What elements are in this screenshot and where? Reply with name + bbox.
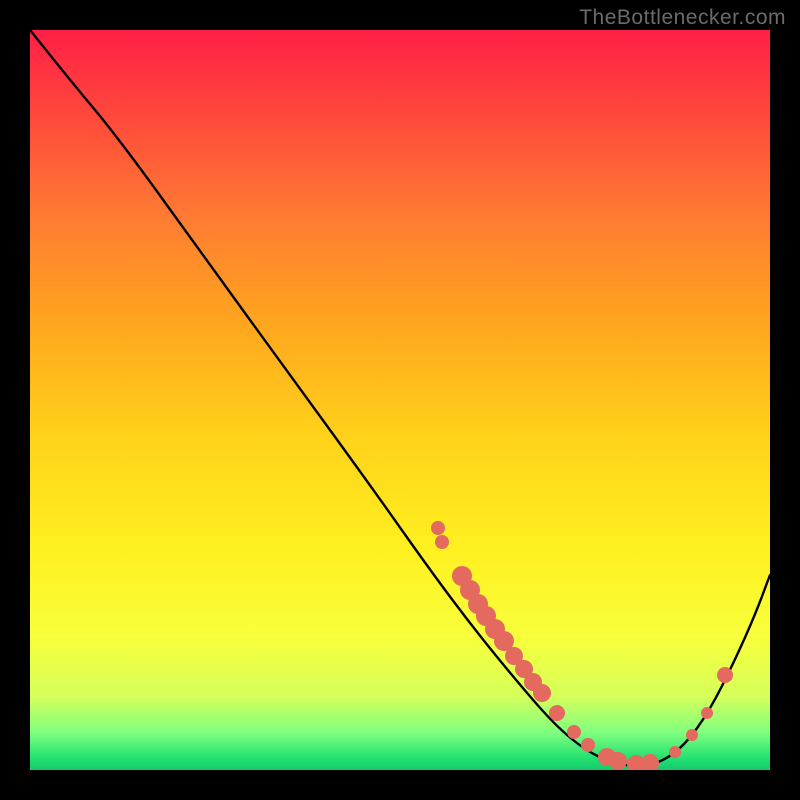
curve-marker bbox=[533, 684, 551, 702]
curve-marker bbox=[669, 746, 681, 758]
curve-marker bbox=[641, 754, 659, 770]
chart-stage: TheBottlenecker.com bbox=[0, 0, 800, 800]
curve-marker bbox=[435, 535, 449, 549]
curve-marker bbox=[549, 705, 565, 721]
curve-layer bbox=[30, 30, 770, 770]
curve-markers bbox=[431, 521, 733, 770]
curve-marker bbox=[686, 729, 698, 741]
curve-marker bbox=[701, 707, 713, 719]
watermark-text: TheBottlenecker.com bbox=[579, 6, 786, 30]
bottleneck-curve bbox=[30, 30, 770, 766]
curve-marker bbox=[431, 521, 445, 535]
curve-marker bbox=[567, 725, 581, 739]
curve-marker bbox=[717, 667, 733, 683]
plot-area bbox=[30, 30, 770, 770]
curve-marker bbox=[581, 738, 595, 752]
curve-marker bbox=[609, 752, 627, 770]
